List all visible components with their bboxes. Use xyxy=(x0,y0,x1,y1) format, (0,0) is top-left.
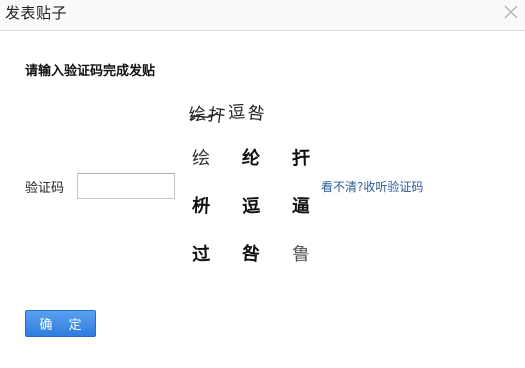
captcha-char-button[interactable]: 逗 xyxy=(230,186,276,226)
refresh-captcha-link[interactable]: 看不清?收听验证码 xyxy=(321,178,423,195)
captcha-char-button[interactable]: 过 xyxy=(180,234,226,274)
captcha-char: 枡 xyxy=(191,194,210,217)
captcha-target-char: 绘 xyxy=(188,104,207,126)
captcha-prompt: 请输入验证码完成发贴 xyxy=(25,64,156,79)
captcha-char: 逗 xyxy=(241,196,260,218)
captcha-char-grid: 绘 纶 扞 枡 逗 逼 过 咎 鲁 xyxy=(180,138,330,276)
captcha-char: 过 xyxy=(191,243,210,266)
captcha-target-char: 咎 xyxy=(247,103,266,125)
captcha-target-char: 扞 xyxy=(206,105,226,127)
captcha-input[interactable] xyxy=(77,173,175,199)
captcha-char-button[interactable]: 纶 xyxy=(230,138,276,178)
captcha-label: 验证码 xyxy=(25,181,65,196)
post-dialog: 发表贴子 请输入验证码完成发贴 绘 扞 逗 咎 验证码 绘 纶 扞 枡 逗 逼 … xyxy=(0,0,525,368)
confirm-button[interactable]: 确 定 xyxy=(25,310,96,337)
dialog-titlebar: 发表贴子 xyxy=(0,0,525,31)
captcha-char: 纶 xyxy=(241,146,260,169)
captcha-char: 咎 xyxy=(240,242,261,266)
captcha-char: 逼 xyxy=(292,196,311,218)
captcha-char-button[interactable]: 逼 xyxy=(280,186,326,226)
captcha-char: 扞 xyxy=(292,147,311,170)
dialog-title: 发表贴子 xyxy=(5,4,68,22)
captcha-target-image: 绘 扞 逗 咎 xyxy=(188,98,272,128)
captcha-char-button[interactable]: 鲁 xyxy=(280,234,326,274)
captcha-char-button[interactable]: 枡 xyxy=(180,186,226,226)
captcha-target-char: 逗 xyxy=(227,102,245,123)
close-icon[interactable] xyxy=(503,4,519,20)
captcha-char-button[interactable]: 扞 xyxy=(280,138,326,178)
captcha-char: 鲁 xyxy=(292,244,311,266)
captcha-char-button[interactable]: 绘 xyxy=(180,138,226,178)
captcha-char-button[interactable]: 咎 xyxy=(230,234,276,274)
captcha-char: 绘 xyxy=(191,148,210,170)
